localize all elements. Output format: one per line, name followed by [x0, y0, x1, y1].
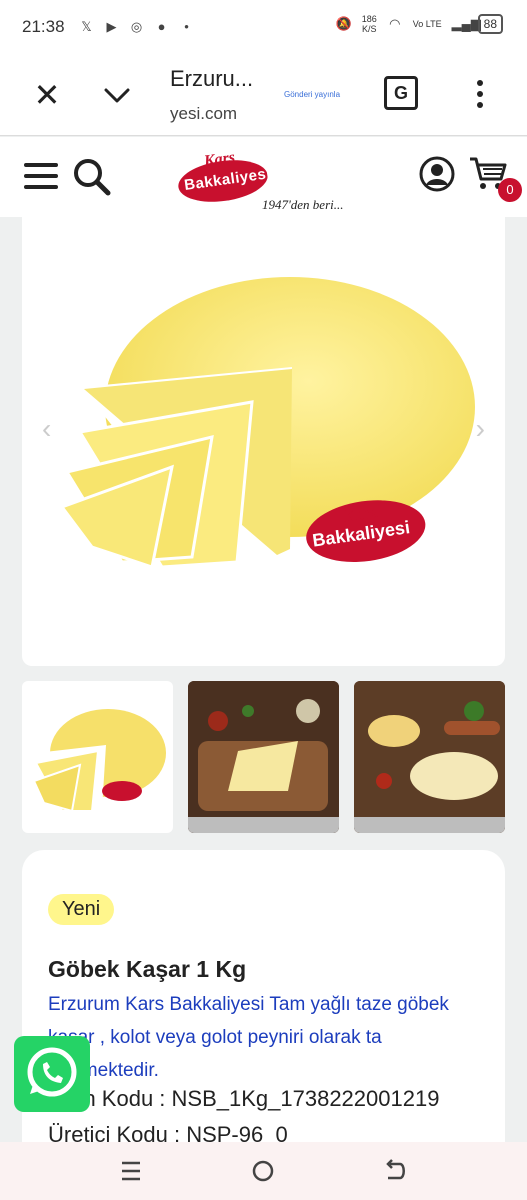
system-icons: 🔕 186 K/S ◠ Vo LTE ▂▄▆ 88 — [336, 14, 503, 34]
cheese-wheel-image: Kars Bakkaliyesi — [59, 277, 475, 569]
network-type: Vo LTE — [412, 19, 442, 29]
whatsapp-button[interactable] — [14, 1036, 90, 1112]
search-icon[interactable] — [72, 157, 112, 197]
message-icon: ● — [157, 19, 166, 34]
site-logo[interactable]: Kars Bakkaliyesi 1947'den beri... — [175, 149, 356, 215]
user-account-icon[interactable] — [418, 155, 456, 193]
logo-tagline: 1947'den beri... — [262, 197, 344, 212]
cart-count-badge: 0 — [498, 178, 522, 202]
thumbnail-strip — [22, 681, 527, 833]
status-time: 21:38 — [22, 17, 65, 36]
x-app-icon: 𝕏 — [81, 19, 92, 34]
network-speed: 186 K/S — [362, 14, 377, 34]
product-code-row: Ürün Kodu : NSB_1Kg_1738222001219 — [48, 1086, 439, 1112]
whatsapp-icon — [27, 1047, 77, 1097]
back-icon[interactable] — [380, 1156, 410, 1186]
page-title[interactable]: Erzuru... — [170, 66, 253, 92]
browser-toolbar: ✕ Erzuru... yesi.com Gönderi yayınla G — [0, 54, 527, 136]
product-code-value: NSB_1Kg_1738222001219 — [171, 1086, 440, 1111]
thumbnail-3[interactable] — [354, 681, 505, 833]
product-main-image[interactable]: Kars Bakkaliyesi ‹ › — [22, 217, 505, 666]
page-url[interactable]: yesi.com — [170, 104, 237, 124]
recent-apps-icon[interactable] — [116, 1156, 146, 1186]
product-description[interactable]: Erzurum Kars Bakkaliyesi Tam yağlı taze … — [48, 988, 488, 1087]
youtube-icon: ▶ — [106, 19, 117, 34]
thumbnail-2[interactable] — [188, 681, 339, 833]
instagram-icon: ◎ — [130, 19, 143, 34]
close-icon[interactable]: ✕ — [30, 78, 64, 112]
next-image-arrow[interactable]: › — [476, 413, 485, 445]
more-notifications-icon: • — [184, 19, 189, 34]
chevron-down-icon[interactable] — [100, 78, 134, 112]
thumbnail-1[interactable] — [22, 681, 173, 833]
new-badge: Yeni — [48, 894, 115, 925]
speed-value: 186 — [361, 14, 377, 24]
system-navigation-bar — [0, 1142, 527, 1200]
mute-icon: 🔕 — [335, 16, 352, 31]
speed-unit: K/S — [362, 24, 377, 34]
battery-indicator: 88 — [477, 14, 503, 34]
home-icon[interactable] — [248, 1156, 278, 1186]
previous-image-arrow[interactable]: ‹ — [42, 413, 51, 445]
notification-icons: 𝕏 ▶ ◎ ● • — [79, 19, 195, 35]
product-title: Göbek Kaşar 1 Kg — [48, 956, 247, 982]
send-post-label[interactable]: Gönderi yayınla — [284, 90, 340, 99]
wifi-icon: ◠ — [389, 16, 401, 31]
site-header: Kars Bakkaliyesi 1947'den beri... — [0, 137, 527, 217]
menu-icon[interactable] — [24, 163, 58, 189]
more-options-icon[interactable] — [470, 76, 490, 112]
translate-icon[interactable]: G — [384, 76, 418, 110]
signal-icon: ▂▄▆ — [451, 16, 481, 31]
status-bar: 21:38 𝕏 ▶ ◎ ● • 🔕 186 K/S ◠ Vo LTE ▂▄▆ 8… — [0, 0, 527, 54]
